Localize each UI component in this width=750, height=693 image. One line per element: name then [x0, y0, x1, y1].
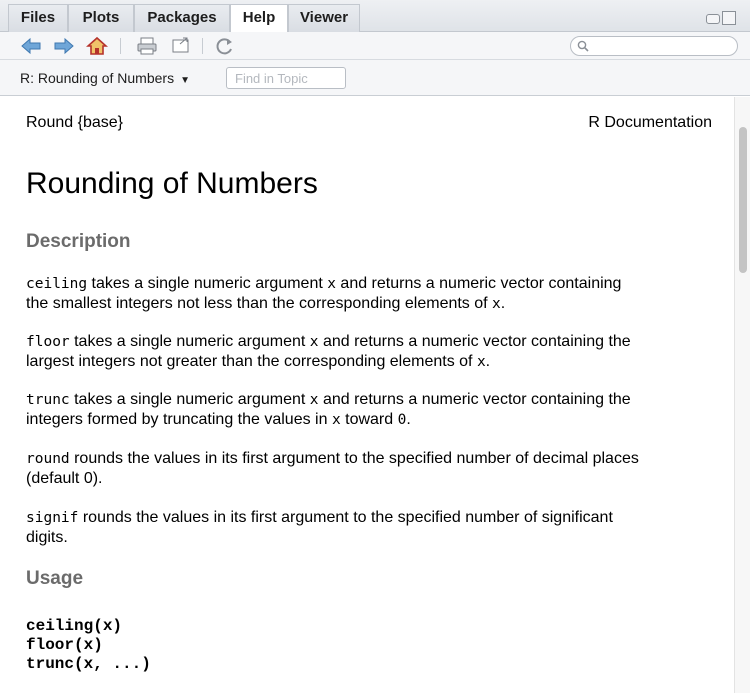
find-in-topic-input[interactable] — [227, 68, 345, 88]
code-signif: signif — [26, 510, 79, 526]
help-document: Round {base} R Documentation Rounding of… — [0, 97, 734, 693]
doc-type-label: R Documentation — [588, 114, 712, 131]
text: takes a single numeric argument — [87, 275, 328, 292]
tab-plots[interactable]: Plots — [68, 4, 134, 32]
text: digits. — [26, 529, 68, 546]
window-controls — [706, 11, 736, 25]
help-search-input[interactable] — [593, 38, 733, 54]
text: (default 0). — [26, 470, 103, 487]
usage-line: trunc(x, ...) — [26, 655, 151, 673]
text: integers formed by truncating the values… — [26, 411, 332, 428]
text: rounds the values in its first argument … — [69, 450, 639, 467]
code-x: x — [492, 296, 501, 312]
help-toolbar — [0, 32, 750, 60]
pane-tab-bar: Files Plots Packages Help Viewer — [0, 0, 750, 33]
usage-line: ceiling(x) — [26, 617, 123, 635]
tab-files[interactable]: Files — [8, 4, 68, 32]
help-search-box[interactable] — [570, 36, 738, 56]
home-icon[interactable] — [86, 36, 108, 56]
text: toward — [340, 411, 398, 428]
code-trunc: trunc — [26, 392, 70, 408]
code-x: x — [331, 412, 341, 428]
vertical-scrollbar[interactable] — [734, 97, 750, 693]
refresh-icon[interactable] — [214, 36, 236, 56]
code-ceiling: ceiling — [26, 276, 88, 292]
code-x: x — [476, 354, 486, 370]
open-in-window-icon[interactable] — [170, 36, 192, 56]
usage-line: floor(x) — [26, 636, 103, 654]
description-ceiling: ceiling takes a single numeric argument … — [26, 274, 716, 314]
text: rounds the values in its first argument … — [78, 509, 613, 526]
text: the smallest integers not less than the … — [26, 295, 493, 312]
code-x: x — [309, 334, 319, 350]
scrollbar-thumb[interactable] — [739, 127, 747, 273]
code-floor: floor — [26, 334, 70, 350]
usage-heading: Usage — [26, 568, 84, 589]
back-icon[interactable] — [20, 36, 42, 56]
toolbar-divider — [120, 38, 121, 54]
tab-help[interactable]: Help — [230, 4, 288, 33]
description-heading: Description — [26, 231, 131, 252]
code-x: x — [327, 276, 336, 292]
topic-dropdown[interactable]: R: Rounding of Numbers ▼ — [20, 70, 190, 86]
description-round: round rounds the values in its first arg… — [26, 449, 716, 489]
tab-packages[interactable]: Packages — [134, 4, 230, 32]
usage-code-block: ceiling(x) floor(x) trunc(x, ...) — [26, 617, 151, 674]
page-title: Rounding of Numbers — [26, 167, 318, 200]
text: . — [485, 353, 491, 370]
text: takes a single numeric argument — [69, 333, 310, 350]
topic-bar: R: Rounding of Numbers ▼ — [0, 60, 750, 96]
toolbar-divider — [202, 38, 203, 54]
text: takes a single numeric argument — [69, 391, 310, 408]
find-in-topic-box[interactable] — [226, 67, 346, 89]
maximize-icon[interactable] — [722, 11, 736, 25]
search-icon — [577, 40, 589, 52]
code-x: x — [309, 392, 319, 408]
print-icon[interactable] — [136, 36, 158, 56]
code-round: round — [26, 451, 70, 467]
text: largest integers not greater than the co… — [26, 353, 477, 370]
doc-package-label: Round {base} — [26, 114, 123, 131]
topic-label: R: Rounding of Numbers — [20, 70, 175, 86]
description-floor: floor takes a single numeric argument x … — [26, 332, 716, 372]
forward-icon[interactable] — [53, 36, 75, 56]
text: . — [500, 295, 506, 312]
description-trunc: trunc takes a single numeric argument x … — [26, 390, 716, 430]
chevron-down-icon: ▼ — [180, 75, 190, 86]
text: and returns a numeric vector containing — [335, 275, 622, 292]
description-signif: signif rounds the values in its first ar… — [26, 508, 716, 548]
text: and returns a numeric vector containing … — [318, 333, 631, 350]
text: and returns a numeric vector containing … — [318, 391, 631, 408]
text: . — [406, 411, 411, 428]
tab-viewer[interactable]: Viewer — [288, 4, 360, 32]
minimize-icon[interactable] — [706, 14, 720, 24]
